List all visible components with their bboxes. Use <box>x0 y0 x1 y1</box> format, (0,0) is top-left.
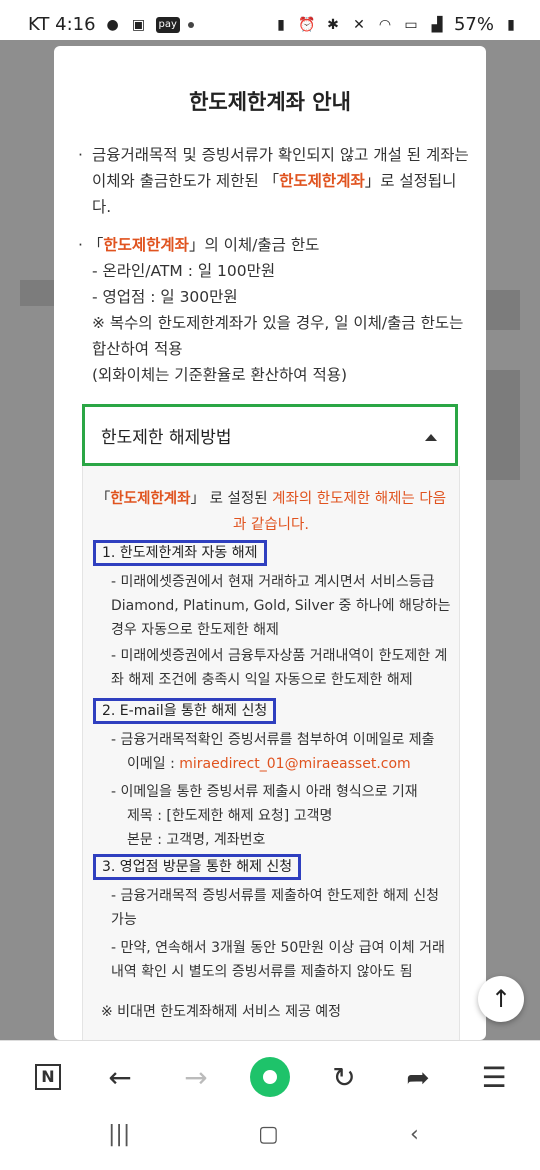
modal-title: 한도제한계좌 안내 <box>189 90 351 114</box>
hamburger-icon: ☰ <box>481 1060 507 1094</box>
lead-pre: 「 <box>95 491 111 507</box>
refresh-button[interactable]: ↻ <box>326 1059 362 1095</box>
arrow-up-icon: ↑ <box>490 985 512 1013</box>
more-notifications-icon <box>187 21 194 28</box>
section-2-item-b: - 이메일을 통한 증빙서류 제출시 아래 형식으로 기재 <box>111 784 418 800</box>
limit-branch: - 영업점 : 일 300만원 <box>92 288 238 306</box>
share-icon: ➦ <box>406 1060 430 1094</box>
bluetooth-icon: ✱ <box>327 16 339 33</box>
email-link[interactable]: miraedirect_01@miraeasset.com <box>179 756 410 772</box>
section-3-item-b: - 만약, 연속해서 3개월 동안 50만원 이상 급여 이체 거래 내역 확인… <box>111 940 445 980</box>
battery-icon: ▮ <box>507 16 515 33</box>
accordion-title: 한도제한 해제방법 <box>101 427 232 448</box>
footnote: ※ 비대면 한도계좌해제 서비스 제공 예정 <box>101 1004 342 1020</box>
background-select <box>486 370 520 480</box>
section-2-body: 본문 : 고객명, 계좌번호 <box>127 832 266 848</box>
mute-icon: ✕ <box>353 16 365 33</box>
menu-button[interactable]: ☰ <box>476 1059 512 1095</box>
section-2-item-a: - 금융거래목적확인 증빙서류를 첨부하여 이메일로 제출 <box>111 732 435 748</box>
section-2-email-line: 이메일 : miraedirect_01@miraeasset.com <box>111 752 451 776</box>
back-button[interactable]: ← <box>102 1059 138 1095</box>
limit-note-1: ※ 복수의 한도제한계좌가 있을 경우, 일 이체/출금 한도는 합산하여 적용 <box>92 314 464 358</box>
system-nav-bar: ||| ▢ ‹ <box>0 1112 540 1170</box>
chat-notification-icon: ● <box>106 16 119 33</box>
limits-highlight: 한도제한계좌 <box>103 236 189 254</box>
release-lead-text: 「한도제한계좌」 로 설정된 계좌의 한도제한 해제는 다음과 같습니다. <box>91 486 451 538</box>
section-1-item-a: - 미래에셋증권에서 현재 거래하고 계시면서 서비스등급 Diamond, P… <box>111 574 451 638</box>
gallery-notification-icon: ▣ <box>131 16 146 33</box>
lead-mid: 」 로 설정된 <box>190 491 273 507</box>
background-button <box>486 290 520 330</box>
limits-post: 」의 이체/출금 한도 <box>188 236 320 254</box>
section-1-title: 1. 한도제한계좌 자동 해제 <box>93 540 267 566</box>
browser-toolbar: N ← → ↻ ➦ ☰ <box>0 1040 540 1113</box>
limit-note-2: (외화이체는 기준환율로 환산하여 적용) <box>92 366 348 384</box>
recents-button[interactable]: ||| <box>108 1122 130 1147</box>
scroll-top-button[interactable]: ↑ <box>478 976 524 1022</box>
email-label: 이메일 : <box>127 756 180 772</box>
alarm-icon: ⏰ <box>298 16 316 33</box>
bullet-icon: · <box>78 146 83 164</box>
home-nav-button[interactable]: ▢ <box>258 1122 279 1147</box>
intro-text: · 금융거래목적 및 증빙서류가 확인되지 않고 개설 된 계좌는 이체와 출금… <box>78 142 470 220</box>
home-button[interactable] <box>250 1057 290 1097</box>
release-method-accordion-body: 「한도제한계좌」 로 설정된 계좌의 한도제한 해제는 다음과 같습니다. 1.… <box>82 466 460 1040</box>
intro-highlight: 한도제한계좌 <box>279 172 365 190</box>
status-carrier-time: KT 4:16 <box>28 14 96 35</box>
section-2-title: 2. E-mail을 통한 해제 신청 <box>93 698 277 724</box>
chevron-up-icon <box>425 434 437 441</box>
back-nav-button[interactable]: ‹ <box>410 1122 419 1147</box>
forward-button[interactable]: → <box>178 1059 214 1095</box>
refresh-icon: ↻ <box>332 1060 356 1094</box>
wifi-icon: ◠ <box>378 16 392 33</box>
signal-icon: ▟ <box>431 16 443 33</box>
naver-icon: N <box>35 1064 61 1090</box>
section-2-subject: 제목 : [한도제한 해제 요청] 고객명 <box>127 808 333 824</box>
section-1-item-b: - 미래에셋증권에서 금융투자상품 거래내역이 한도제한 계좌 해제 조건에 충… <box>111 648 448 688</box>
share-button[interactable]: ➦ <box>400 1059 436 1095</box>
home-dot-icon <box>263 1070 277 1084</box>
limits-section: · 「한도제한계좌」의 이체/출금 한도 - 온라인/ATM : 일 100만원… <box>78 232 470 388</box>
account-limit-modal: 한도제한계좌 안내 · 금융거래목적 및 증빙서류가 확인되지 않고 개설 된 … <box>54 46 486 1040</box>
arrow-left-icon: ← <box>108 1060 132 1094</box>
battery-percent: 57% <box>453 14 494 35</box>
lock-icon: ▮ <box>277 16 285 33</box>
naver-button[interactable]: N <box>30 1059 66 1095</box>
hd-icon: ▭ <box>404 16 418 33</box>
limits-pre: 「 <box>87 236 104 254</box>
arrow-right-icon: → <box>184 1060 208 1094</box>
lead-highlight: 한도제한계좌 <box>110 491 191 507</box>
pay-notification-icon: pay <box>155 16 180 33</box>
release-method-accordion-header[interactable]: 한도제한 해제방법 <box>82 404 458 466</box>
section-3-item-a: - 금융거래목적 증빙서류를 제출하여 한도제한 해제 신청 가능 <box>111 888 439 928</box>
section-3-title: 3. 영업점 방문을 통한 해제 신청 <box>93 854 302 880</box>
limit-online: - 온라인/ATM : 일 100만원 <box>92 262 276 280</box>
